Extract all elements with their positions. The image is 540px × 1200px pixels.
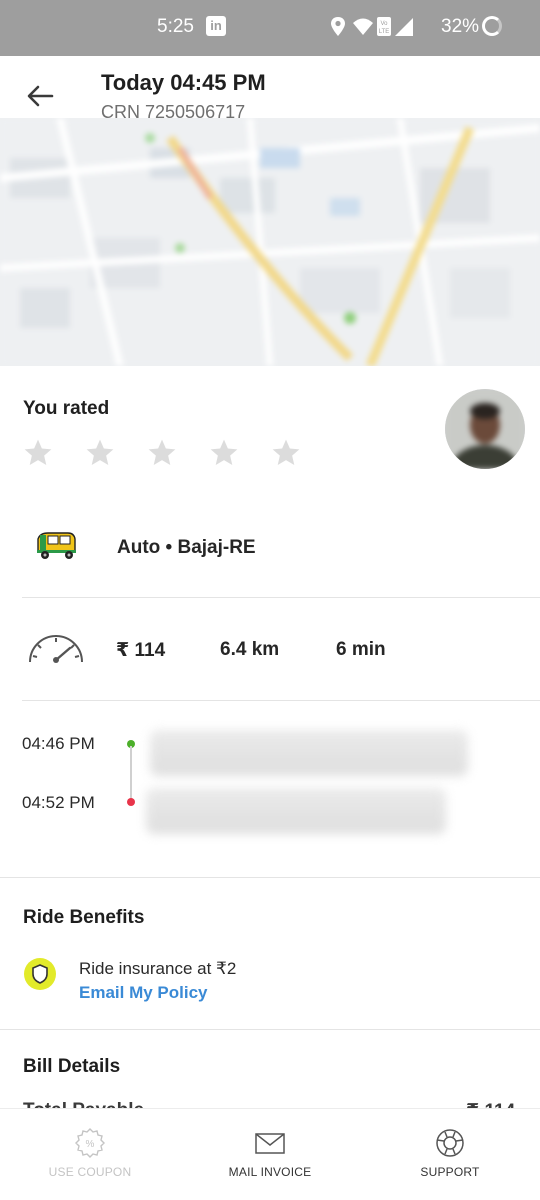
battery-circle-icon: [482, 16, 502, 36]
distance-value: 6.4 km: [220, 639, 280, 660]
map-image: [0, 118, 540, 366]
linkedin-icon: in: [206, 16, 226, 36]
back-arrow-icon[interactable]: [24, 80, 56, 112]
use-coupon-button[interactable]: % USE COUPON: [0, 1109, 180, 1200]
star-icon[interactable]: [270, 437, 302, 469]
divider: [0, 877, 540, 878]
fare-amount: ₹ 114: [116, 640, 166, 661]
vehicle-type: Auto • Bajaj-RE: [117, 537, 256, 558]
rating-stars[interactable]: [22, 437, 302, 469]
shield-icon: [32, 964, 48, 984]
drop-address-blurred: [146, 788, 446, 834]
bill-details-title: Bill Details: [23, 1056, 121, 1077]
mail-invoice-button[interactable]: MAIL INVOICE: [180, 1109, 360, 1200]
support-icon: [436, 1129, 464, 1157]
status-time: 5:25: [157, 16, 194, 37]
mail-invoice-label: MAIL INVOICE: [228, 1165, 312, 1179]
star-icon[interactable]: [22, 437, 54, 469]
support-button[interactable]: SUPPORT: [360, 1109, 540, 1200]
svg-text:%: %: [86, 1139, 95, 1150]
volte-icon: Vo LTE: [377, 17, 391, 36]
drop-dot: [127, 798, 135, 806]
ride-title: Today 04:45 PM: [101, 70, 266, 95]
wifi-icon: [353, 18, 373, 35]
pickup-address-blurred: [150, 730, 468, 776]
route-line: [130, 746, 132, 800]
ride-benefits-title: Ride Benefits: [23, 907, 145, 928]
status-bar: 5:25 in Vo LTE 32%: [0, 0, 540, 56]
route-map: [0, 118, 540, 366]
signal-icon: [395, 18, 413, 36]
star-icon[interactable]: [208, 437, 240, 469]
support-label: SUPPORT: [420, 1165, 480, 1179]
svg-text:LTE: LTE: [379, 29, 390, 35]
duration-value: 6 min: [336, 639, 386, 660]
auto-rickshaw-icon: [37, 532, 76, 559]
ride-timeline: 04:46 PM 04:52 PM: [0, 702, 540, 876]
insurance-text: Ride insurance at ₹2: [79, 959, 237, 978]
divider: [22, 700, 540, 701]
vehicle-row: Auto • Bajaj-RE: [0, 505, 540, 597]
drop-time: 04:52 PM: [22, 793, 95, 812]
mail-icon: [255, 1133, 285, 1154]
status-icons: Vo LTE: [331, 17, 413, 36]
rating-label: You rated: [23, 398, 110, 419]
location-icon: [331, 17, 345, 36]
battery-text: 32%: [441, 16, 480, 37]
svg-text:Vo: Vo: [380, 21, 388, 27]
email-policy-link[interactable]: Email My Policy: [79, 983, 208, 1003]
bottom-action-bar: % USE COUPON MAIL INVOICE SUPPORT: [0, 1108, 540, 1200]
pickup-time: 04:46 PM: [22, 734, 95, 753]
driver-avatar: [445, 389, 525, 469]
divider: [0, 1029, 540, 1030]
use-coupon-label: USE COUPON: [48, 1165, 132, 1179]
insurance-badge: [24, 958, 56, 990]
coupon-icon: %: [75, 1128, 105, 1158]
star-icon[interactable]: [146, 437, 178, 469]
speedometer-icon: [29, 635, 83, 663]
star-icon[interactable]: [84, 437, 116, 469]
ride-stats: ₹ 114 6.4 km 6 min: [0, 598, 540, 700]
avatar-image: [445, 389, 525, 469]
